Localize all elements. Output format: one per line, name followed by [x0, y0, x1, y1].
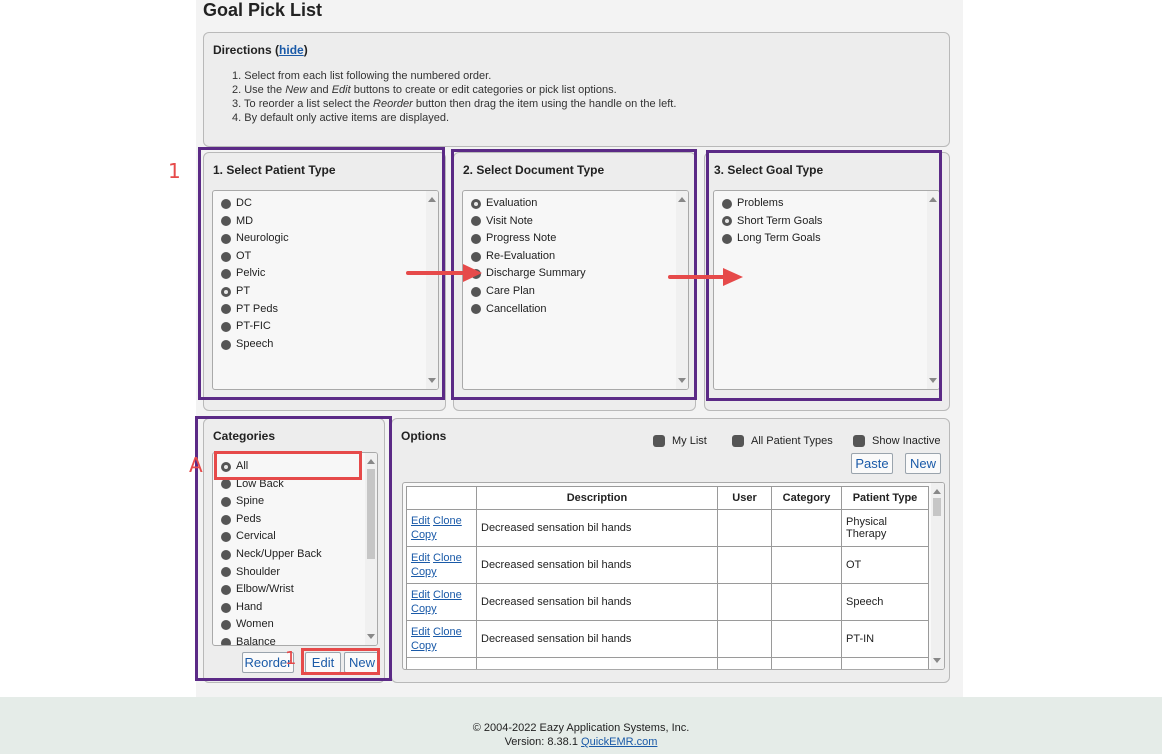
category-cell — [771, 657, 842, 669]
options-table-body: Edit Clone Copy Decreased sensation bil ha… — [406, 509, 929, 669]
patient-type-header: Patient Type — [841, 486, 929, 510]
description-header: Description — [476, 486, 718, 510]
description-cell: Decreased sensation bil hands — [476, 620, 718, 658]
copy-row-link[interactable]: Copy — [411, 529, 437, 541]
patient-type-cell: Physical Therapy — [841, 509, 929, 547]
scroll-up-icon[interactable] — [933, 489, 941, 494]
direction-item: 1. Select from each list following the n… — [232, 70, 492, 82]
show-inactive-checkbox[interactable]: Show Inactive — [853, 435, 940, 447]
category-header: Category — [771, 486, 842, 510]
paste-button[interactable]: Paste — [851, 453, 893, 474]
edit-row-link[interactable]: Edit — [411, 515, 430, 527]
table-row-partial: Edit Clone — [406, 657, 929, 669]
actions-header — [406, 486, 477, 510]
user-cell — [717, 583, 772, 621]
table-row: Edit Clone Copy Decreased sensation bil ha… — [406, 620, 929, 658]
category-cell — [771, 620, 842, 658]
options-scrollbar[interactable] — [931, 483, 944, 669]
patient-type-cell — [841, 657, 929, 669]
table-row: Edit Clone Copy Decreased sensation bil ha… — [406, 583, 929, 621]
copy-row-link[interactable]: Copy — [411, 603, 437, 615]
document-type-highlight — [451, 149, 697, 400]
scroll-thumb[interactable] — [933, 498, 941, 516]
edit-row-link[interactable]: Edit — [411, 552, 430, 564]
my-list-checkbox[interactable]: My List — [653, 435, 707, 447]
all-patient-types-label: All Patient Types — [751, 435, 833, 447]
my-list-label: My List — [672, 435, 707, 447]
category-cell — [771, 509, 842, 547]
description-cell: Decreased sensation bil hands — [476, 546, 718, 584]
edit-row-link[interactable]: Edit — [411, 589, 430, 601]
category-cell — [771, 583, 842, 621]
category-cell — [771, 546, 842, 584]
quickemr-link[interactable]: QuickEMR.com — [581, 736, 657, 748]
arrow-to-document-icon — [406, 264, 482, 282]
row-actions: Edit Clone Copy — [406, 509, 477, 547]
scroll-down-icon[interactable] — [933, 658, 941, 663]
version-text: Version: 8.38.1 QuickEMR.com — [504, 736, 658, 748]
options-table: Description User Category Patient Type E… — [406, 486, 929, 669]
user-cell — [717, 620, 772, 658]
row-actions: Edit Clone Copy — [406, 583, 477, 621]
patient-type-cell: OT — [841, 546, 929, 584]
edit-row-link[interactable]: Edit — [411, 626, 430, 638]
description-cell: Decreased sensation bil hands — [476, 583, 718, 621]
direction-item: 3. To reorder a list select the Reorder … — [232, 98, 677, 110]
patient-type-cell: Speech — [841, 583, 929, 621]
clone-row-link[interactable]: Clone — [433, 552, 462, 564]
direction-item: 4. By default only active items are disp… — [232, 112, 450, 124]
description-cell: Decreased sensation bil hands — [476, 509, 718, 547]
checkbox-icon[interactable] — [653, 435, 665, 447]
user-header: User — [717, 486, 772, 510]
checkbox-icon[interactable] — [853, 435, 865, 447]
options-table-container: Description User Category Patient Type E… — [402, 482, 945, 670]
directions-list: 1. Select from each list following the n… — [232, 69, 676, 125]
patient-type-cell: PT-IN — [841, 620, 929, 658]
step-1-label: 1 — [168, 159, 181, 183]
options-panel: Options My List All Patient Types Show I… — [391, 418, 950, 683]
table-header-row: Description User Category Patient Type — [406, 486, 929, 510]
copyright-text: © 2004-2022 Eazy Application Systems, In… — [472, 722, 690, 734]
directions-panel: Directions (hide) 1. Select from each li… — [203, 32, 950, 147]
hide-directions-link[interactable]: hide — [279, 43, 304, 57]
show-inactive-label: Show Inactive — [872, 435, 941, 447]
edit-new-highlight — [301, 648, 380, 675]
table-row: Edit Clone Copy Decreased sensation bil ha… — [406, 546, 929, 584]
user-cell — [717, 546, 772, 584]
row-actions: Edit Clone Copy — [406, 546, 477, 584]
directions-title: Directions (hide) — [213, 43, 308, 57]
new-option-button[interactable]: New — [905, 453, 941, 474]
step-1b-label: 1 — [285, 648, 297, 669]
copy-row-link[interactable]: Copy — [411, 640, 437, 652]
page-title: Goal Pick List — [203, 0, 323, 20]
clone-row-link[interactable]: Clone — [433, 515, 462, 527]
table-row: Edit Clone Copy Decreased sensation bil ha… — [406, 509, 929, 547]
footer: © 2004-2022 Eazy Application Systems, In… — [0, 697, 1162, 754]
clone-row-link[interactable]: Clone — [433, 589, 462, 601]
clone-row-link[interactable]: Clone — [433, 626, 462, 638]
checkbox-icon[interactable] — [732, 435, 744, 447]
user-cell — [717, 509, 772, 547]
arrow-to-goal-icon — [668, 268, 743, 286]
description-cell — [476, 657, 718, 669]
row-actions: Edit Clone Copy — [406, 620, 477, 658]
row-actions: Edit Clone — [406, 657, 477, 669]
user-cell — [717, 657, 772, 669]
step-a-label: A — [189, 453, 203, 477]
all-patient-types-checkbox[interactable]: All Patient Types — [732, 435, 833, 447]
all-category-highlight — [214, 451, 362, 480]
copy-row-link[interactable]: Copy — [411, 566, 437, 578]
direction-item: 2. Use the New and Edit buttons to creat… — [232, 84, 617, 96]
options-title: Options — [401, 429, 447, 443]
